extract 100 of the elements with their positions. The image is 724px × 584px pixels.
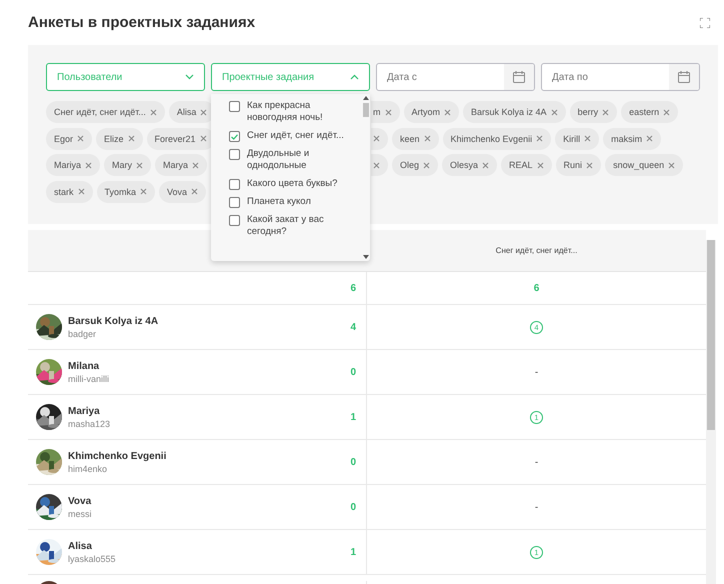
tag-label: berry (578, 107, 598, 117)
tag-chip[interactable]: snow_queen (605, 154, 684, 176)
date-picker[interactable]: Дата по (541, 63, 700, 91)
tag-chip[interactable]: REAL (501, 154, 552, 176)
tag-label: Egor (54, 134, 74, 144)
tag-chip[interactable]: Kirill (555, 128, 600, 150)
tag-chip[interactable]: Vova (159, 180, 206, 202)
close-icon[interactable] (384, 108, 392, 116)
close-icon[interactable] (482, 162, 490, 168)
tag-label: Vova (167, 186, 188, 196)
checkbox[interactable] (229, 197, 240, 208)
calendar-icon[interactable] (678, 71, 690, 83)
tag-chip[interactable]: Runi (556, 154, 602, 176)
close-icon[interactable] (200, 108, 208, 116)
tag-chip[interactable]: Barsuk Kolya iz 4A (463, 101, 566, 123)
close-icon[interactable] (536, 162, 544, 168)
checkbox[interactable] (229, 149, 240, 160)
close-icon[interactable] (136, 162, 144, 168)
tag-chip[interactable]: Mariya (46, 154, 100, 176)
close-icon[interactable] (191, 188, 198, 195)
tag-label: Kirill (563, 134, 580, 144)
user-login: masha123 (68, 418, 110, 428)
close-icon[interactable] (602, 108, 610, 116)
answer-count: 0 (350, 502, 356, 512)
tag-label: Marya (163, 160, 188, 170)
tag-chip[interactable]: stark (46, 180, 93, 202)
option-label[interactable]: Какого цвета буквы? (247, 178, 347, 190)
option-label[interactable]: Двудольные и однодольные (247, 148, 347, 172)
tag-label: Tyomka (104, 186, 136, 196)
tag-label: maksim (611, 134, 642, 144)
close-icon[interactable] (128, 135, 135, 142)
date-field[interactable]: Дата с (377, 72, 504, 82)
close-icon[interactable] (85, 162, 92, 168)
tag-chip[interactable]: Khimchenko Evgenii (442, 128, 552, 150)
close-icon[interactable] (444, 108, 452, 116)
tag-label: Artyom (412, 107, 440, 117)
date-picker[interactable]: Дата с (376, 63, 535, 91)
option-label[interactable]: Снег идёт, снег идёт... (247, 130, 347, 142)
tag-chip[interactable]: eastern (621, 101, 678, 123)
close-icon[interactable] (646, 135, 654, 142)
tag-chip[interactable]: Egor (46, 128, 92, 150)
close-icon[interactable] (192, 162, 200, 168)
tag-chip[interactable]: Artyom (404, 101, 460, 123)
tag-chip[interactable]: Elize (96, 128, 143, 150)
tag-chip[interactable]: m (371, 101, 400, 123)
close-icon[interactable] (140, 188, 148, 195)
tag-chip[interactable]: Olesya (442, 154, 498, 176)
tag-chip[interactable]: keen (392, 128, 439, 150)
close-icon[interactable] (373, 135, 380, 142)
checkbox[interactable] (229, 131, 240, 142)
tag-chip[interactable] (371, 128, 388, 150)
fullscreen-icon[interactable] (700, 18, 710, 28)
calendar-icon[interactable] (513, 71, 525, 83)
option-label[interactable]: Какой закат у вас сегодня? (247, 214, 347, 238)
tag-label: Alisa (176, 107, 196, 117)
tag-label: Khimchenko Evgenii (450, 134, 532, 144)
close-icon[interactable] (424, 135, 431, 142)
close-icon[interactable] (373, 162, 380, 168)
scroll-up-icon[interactable] (363, 96, 369, 100)
tag-label: m (373, 107, 380, 117)
scrollbar[interactable] (362, 94, 370, 261)
tag-chip[interactable]: Tyomka (96, 180, 156, 202)
close-icon[interactable] (150, 108, 157, 116)
date-field[interactable]: Дата по (542, 72, 669, 82)
chevron-icon (350, 74, 359, 80)
option-label[interactable]: Планета кукол (247, 196, 347, 208)
close-icon[interactable] (536, 135, 544, 142)
close-icon[interactable] (550, 108, 558, 116)
close-icon[interactable] (78, 188, 85, 195)
tag-chip[interactable]: Mary (104, 154, 152, 176)
total-count: 6 (534, 282, 540, 294)
checkbox[interactable] (229, 215, 240, 226)
tag-chip[interactable]: Marya (155, 154, 208, 176)
close-icon[interactable] (663, 108, 670, 116)
user-name: Mariya (68, 406, 101, 416)
close-icon[interactable] (584, 135, 592, 142)
tag-label: Mary (112, 160, 132, 170)
tag-label: Runi (564, 160, 582, 170)
close-icon[interactable] (586, 162, 594, 168)
close-icon[interactable] (200, 135, 207, 142)
scroll-thumb[interactable] (363, 103, 369, 117)
checkbox[interactable] (229, 101, 240, 112)
tag-chip[interactable]: Oleg (392, 154, 438, 176)
tag-chip[interactable]: berry (570, 101, 618, 123)
scrollbar[interactable] (706, 240, 716, 584)
option-label[interactable]: Как прекрасна новогодняя ночь! (247, 100, 347, 124)
tag-chip[interactable]: maksim (603, 128, 662, 150)
page-title: Анкеты в проектных заданиях (28, 14, 256, 31)
user-name: Milana (68, 360, 100, 372)
close-icon[interactable] (77, 135, 84, 142)
answer-count: 0 (350, 366, 356, 378)
tag-chip[interactable] (371, 154, 388, 176)
empty-value: - (534, 366, 538, 378)
close-icon[interactable] (423, 162, 430, 168)
scroll-down-icon[interactable] (363, 255, 369, 259)
tag-chip[interactable]: Снег идёт, снег идёт... (46, 101, 165, 123)
scroll-thumb[interactable] (707, 240, 715, 430)
checkbox[interactable] (229, 179, 240, 190)
column-header: Снег идёт, снег идёт... (496, 246, 578, 255)
close-icon[interactable] (668, 162, 676, 168)
